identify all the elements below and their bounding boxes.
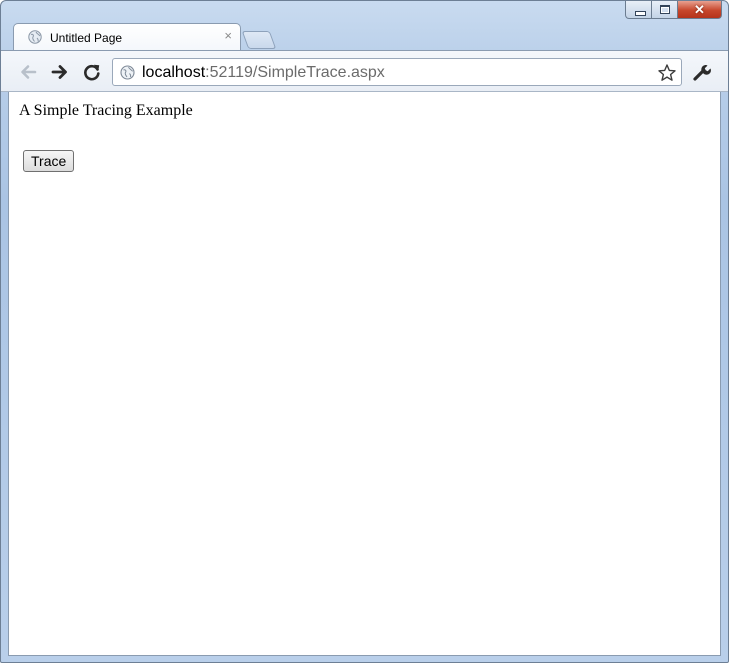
close-window-button[interactable]: ✕ [678,1,722,19]
url-host: localhost [142,64,206,81]
page-content: A Simple Tracing Example Trace [8,92,721,656]
globe-icon [28,30,42,44]
maximize-button[interactable] [652,1,678,19]
close-icon: ✕ [694,2,705,17]
address-bar[interactable]: localhost:52119/SimpleTrace.aspx [112,58,682,86]
tab-untitled-page[interactable]: Untitled Page × [13,23,241,51]
minimize-button[interactable] [625,1,652,19]
wrench-icon[interactable] [691,61,713,83]
url-text: localhost:52119/SimpleTrace.aspx [142,63,385,82]
back-arrow-icon[interactable] [17,61,39,83]
forward-arrow-icon[interactable] [49,61,71,83]
tab-title: Untitled Page [50,31,123,45]
browser-window: ✕ Untitled Page × localhost:52119/Simple… [0,0,729,663]
window-controls: ✕ [625,1,722,21]
minimize-icon [635,11,646,16]
star-icon[interactable] [657,63,677,83]
reload-icon[interactable] [81,61,103,83]
maximize-icon [660,5,670,14]
globe-icon [120,65,135,80]
browser-toolbar: localhost:52119/SimpleTrace.aspx [1,50,728,92]
new-tab-button[interactable] [241,31,277,49]
page-heading: A Simple Tracing Example [19,102,193,119]
url-path: :52119/SimpleTrace.aspx [205,64,385,81]
trace-button[interactable]: Trace [23,150,75,172]
tab-close-icon[interactable]: × [224,28,232,43]
